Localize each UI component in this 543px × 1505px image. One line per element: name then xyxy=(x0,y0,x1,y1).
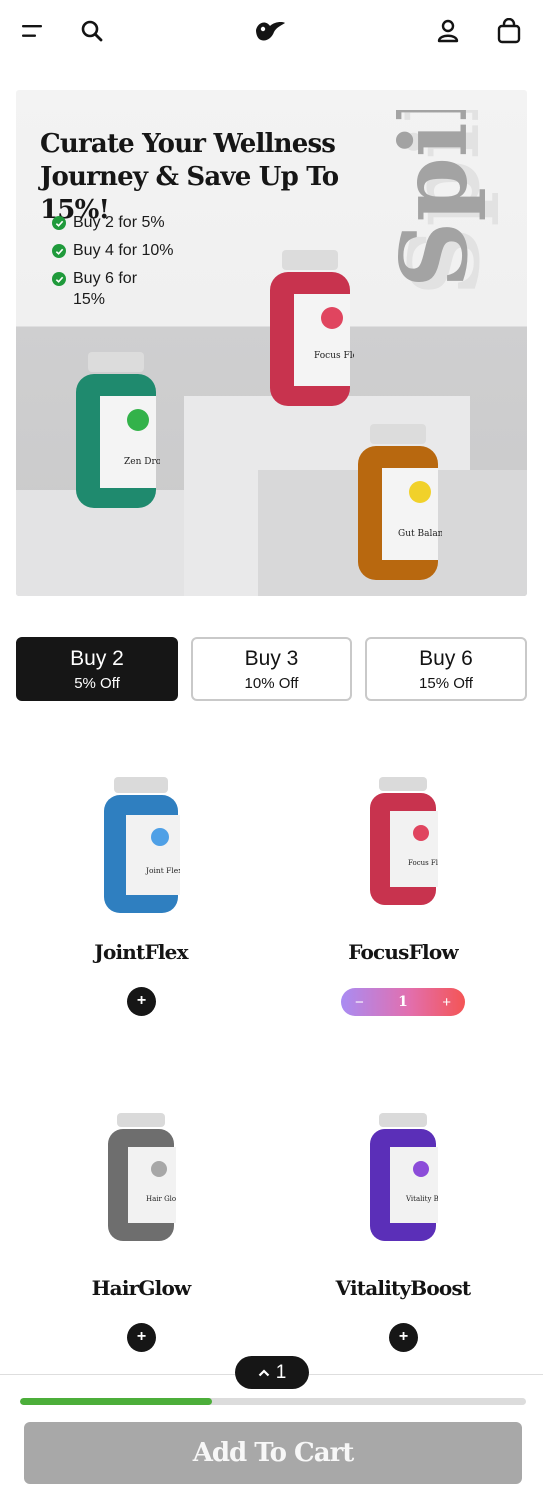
discount-tier-label: Buy 2 for 5% xyxy=(73,214,165,231)
increment-button[interactable]: + xyxy=(442,994,451,1011)
top-nav xyxy=(0,0,543,62)
discount-tier: Buy 4 for 10% xyxy=(52,240,212,261)
product-image[interactable]: Vitality Boost xyxy=(293,1111,513,1261)
check-circle-icon xyxy=(52,272,66,286)
bag-icon[interactable] xyxy=(492,14,526,48)
product-bottle: Zen Drops xyxy=(76,352,160,508)
bottle-label: Gut Balance xyxy=(398,529,442,539)
product-name[interactable]: VitalityBoost xyxy=(293,1276,513,1300)
product-card: Hair Glow HairGlow + xyxy=(31,1111,251,1371)
account-icon[interactable] xyxy=(431,14,465,48)
check-circle-icon xyxy=(52,216,66,230)
product-bottle: Gut Balance xyxy=(358,424,442,580)
tab-title: Buy 3 xyxy=(244,647,299,670)
product-card: Focus Flow FocusFlow − 1 + xyxy=(293,775,513,1035)
promo-banner: Curate Your Wellness Journey & Save Up T… xyxy=(16,90,527,596)
tab-buy-3[interactable]: Buy 3 10% Off xyxy=(191,637,352,701)
check-circle-icon xyxy=(52,244,66,258)
product-image[interactable]: Joint Flex xyxy=(31,775,251,925)
tab-title: Buy 6 xyxy=(419,647,473,670)
selected-count: 1 xyxy=(275,1361,287,1383)
product-image[interactable]: Hair Glow xyxy=(31,1111,251,1261)
discount-tier: Buy 6 for 15% xyxy=(52,268,212,310)
search-icon[interactable] xyxy=(75,14,109,48)
bundle-progress-bar xyxy=(20,1398,526,1405)
product-card: Joint Flex JointFlex + xyxy=(31,775,251,1035)
bottle-label: Vitality Boost xyxy=(405,1195,438,1203)
tab-discount: 15% Off xyxy=(419,675,473,692)
bottle-label: Hair Glow xyxy=(146,1195,176,1203)
quantity-value: 1 xyxy=(398,994,408,1010)
product-image[interactable]: Focus Flow xyxy=(293,775,513,925)
bird-logo-icon[interactable] xyxy=(252,14,288,48)
brand-wordmark-text: Spill xyxy=(394,110,488,288)
discount-tier-label: Buy 4 for 10% xyxy=(73,242,174,259)
product-name[interactable]: HairGlow xyxy=(31,1276,251,1300)
quantity-stepper: − 1 + xyxy=(341,988,465,1016)
product-name[interactable]: FocusFlow xyxy=(293,940,513,964)
product-name[interactable]: JointFlex xyxy=(31,940,251,964)
add-button[interactable]: + xyxy=(127,1323,156,1352)
bottle-label: Joint Flex xyxy=(145,866,180,875)
tab-discount: 10% Off xyxy=(244,675,299,692)
product-card: Vitality Boost VitalityBoost + xyxy=(293,1111,513,1371)
tab-buy-6[interactable]: Buy 6 15% Off xyxy=(365,637,527,701)
bottle-label: Zen Drops xyxy=(124,457,160,467)
bottle-label: Focus Flow xyxy=(408,859,438,867)
tab-title: Buy 2 xyxy=(70,647,124,670)
tab-buy-2[interactable]: Buy 2 5% Off xyxy=(16,637,178,701)
selection-toggle-button[interactable]: 1 xyxy=(235,1356,309,1389)
product-bottle: Focus Flow xyxy=(270,250,354,406)
add-to-cart-button[interactable]: Add To Cart xyxy=(24,1422,522,1484)
tab-discount: 5% Off xyxy=(74,675,120,692)
add-button[interactable]: + xyxy=(389,1323,418,1352)
brand-wordmark: Spill Spill xyxy=(394,110,501,296)
bundle-progress-fill xyxy=(20,1398,213,1405)
bundle-tabs: Buy 2 5% Off Buy 3 10% Off Buy 6 15% Off xyxy=(16,637,527,701)
chevron-up-icon xyxy=(258,1368,269,1376)
discount-tier: Buy 2 for 5% xyxy=(52,212,212,233)
menu-icon[interactable] xyxy=(15,14,49,48)
bottle-label: Focus Flow xyxy=(314,351,354,361)
add-button[interactable]: + xyxy=(127,987,156,1016)
decrement-button[interactable]: − xyxy=(355,994,364,1011)
discount-tier-list: Buy 2 for 5% Buy 4 for 10% Buy 6 for 15% xyxy=(52,212,212,317)
discount-tier-label: Buy 6 for 15% xyxy=(73,270,138,308)
